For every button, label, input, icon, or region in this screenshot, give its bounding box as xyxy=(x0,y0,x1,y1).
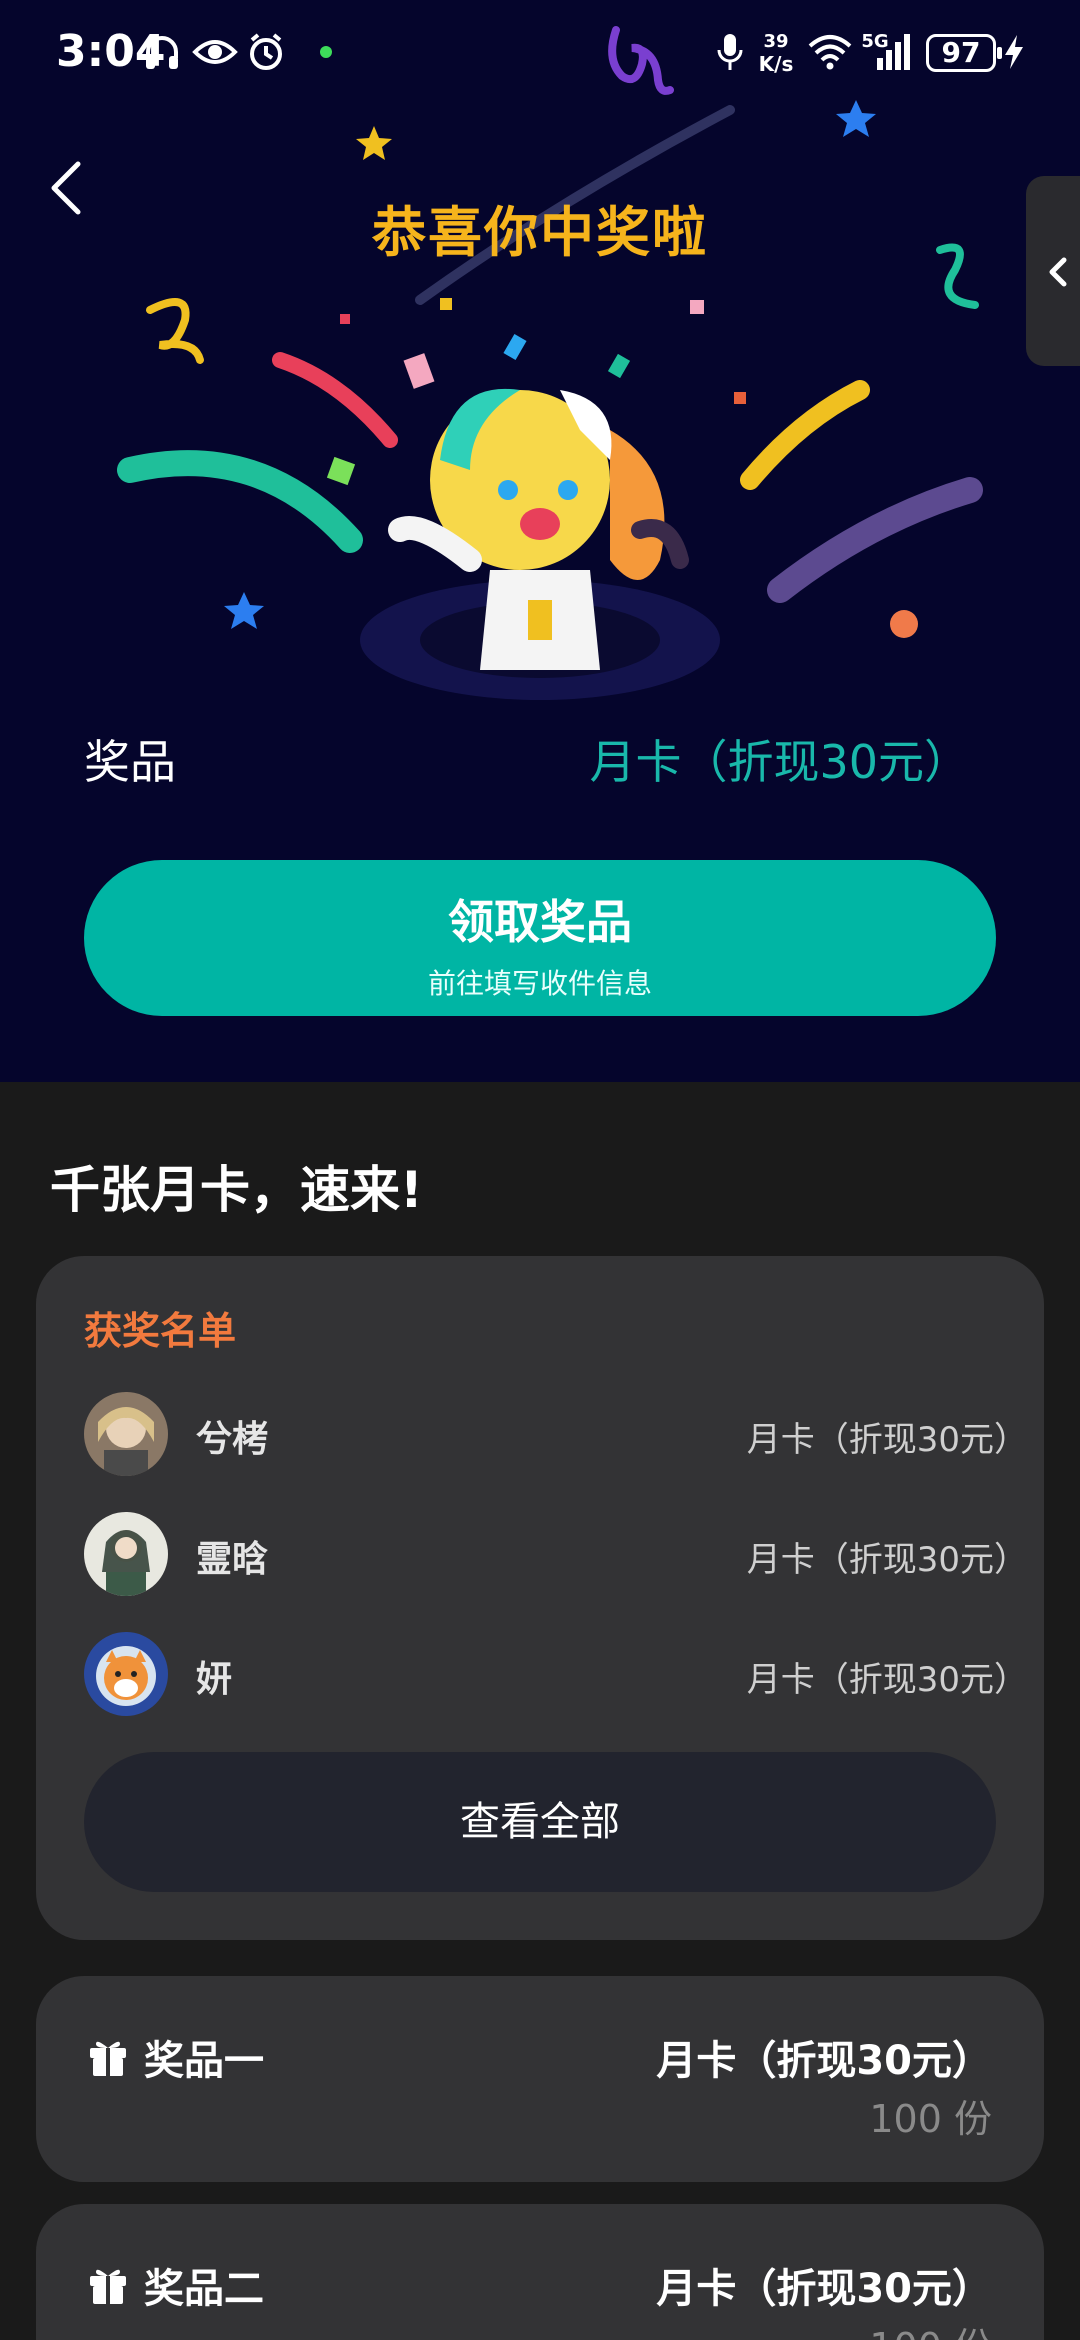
gift-icon xyxy=(90,2041,126,2076)
claim-prize-button[interactable]: 领取奖品 前往填写收件信息 xyxy=(84,860,996,1016)
prize-card: 奖品一 月卡（折现30元） 100 份 xyxy=(36,1976,1044,2182)
winner-prize: 月卡（折现30元） xyxy=(746,1420,1028,1460)
winner-row: 兮栲 月卡（折现30元） xyxy=(84,1392,1028,1482)
winner-name: 霊晗 xyxy=(196,1539,269,1580)
prize-card-value: 月卡（折现30元） xyxy=(656,2038,992,2084)
signal-icon xyxy=(872,28,916,76)
prize-count: 100 份 xyxy=(869,2097,992,2141)
eye-icon xyxy=(190,28,240,76)
claim-button-label: 领取奖品 xyxy=(448,895,632,949)
winner-prize: 月卡（折现30元） xyxy=(746,1660,1028,1700)
wifi-icon xyxy=(802,28,858,76)
section-title: 千张月卡，速来! xyxy=(50,1161,423,1219)
view-all-button[interactable]: 查看全部 xyxy=(84,1752,996,1892)
battery-level: 97 xyxy=(926,34,1002,72)
prize-name: 奖品二 xyxy=(144,2266,264,2312)
avatar xyxy=(84,1512,168,1596)
notification-dot-icon xyxy=(316,28,336,76)
page-title: 恭喜你中奖啦 xyxy=(372,201,708,264)
avatar xyxy=(84,1392,168,1476)
winners-card: 获奖名单 兮栲 月卡（折现30元） 霊晗 月卡（折现30元） 妍 月卡（折现30… xyxy=(36,1256,1044,1940)
winner-row: 妍 月卡（折现30元） xyxy=(84,1632,1028,1722)
winners-title: 获奖名单 xyxy=(84,1309,237,1353)
prize-count: 100 份 xyxy=(869,2316,992,2340)
prize-card-value: 月卡（折现30元） xyxy=(656,2266,992,2312)
prize-name: 奖品一 xyxy=(144,2038,264,2084)
status-bar: 3:04 39 K/s 5G 97 xyxy=(0,0,1080,110)
hero-section: 3:04 39 K/s 5G 97 恭喜你中奖啦 奖品 月卡（折现30元） 领取… xyxy=(0,0,1080,1082)
prize-label: 奖品 xyxy=(84,735,176,789)
winner-name: 兮栲 xyxy=(196,1419,269,1460)
alarm-icon xyxy=(244,28,288,76)
winner-prize: 月卡（折现30元） xyxy=(746,1540,1028,1580)
gift-icon xyxy=(90,2269,126,2304)
app-logo-icon xyxy=(596,20,676,100)
charging-icon xyxy=(1000,28,1028,76)
winner-name: 妍 xyxy=(196,1659,233,1700)
headphones-icon xyxy=(140,28,184,76)
claim-button-sublabel: 前往填写收件信息 xyxy=(427,967,652,1000)
prize-value: 月卡（折现30元） xyxy=(589,735,970,789)
microphone-icon xyxy=(710,28,750,76)
prize-card: 奖品二 月卡（折现30元） 100 份 xyxy=(36,2204,1044,2340)
side-collapse-tab[interactable] xyxy=(1026,176,1080,366)
chevron-left-icon xyxy=(1049,257,1067,287)
network-speed-unit: K/s xyxy=(758,52,794,76)
network-speed-value: 39 xyxy=(763,31,789,52)
winner-row: 霊晗 月卡（折现30元） xyxy=(84,1512,1028,1602)
avatar xyxy=(84,1632,168,1716)
